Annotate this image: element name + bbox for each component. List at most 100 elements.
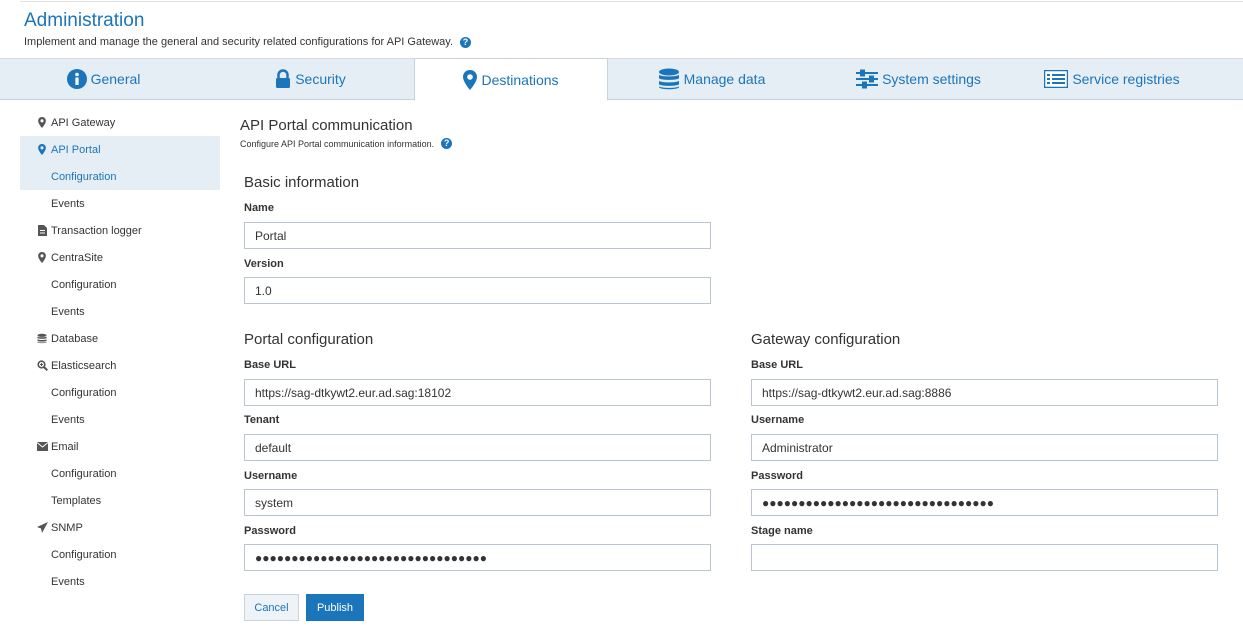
sidebar-item-elasticsearch-events[interactable]: Events [20,406,220,433]
gateway-password-field[interactable]: ●●●●●●●●●●●●●●●●●●●●●●●●●●●●●●●● [751,489,1218,516]
sidebar-item-api-gateway[interactable]: API Gateway [20,109,220,136]
tab-system-settings[interactable]: System settings [815,58,1022,100]
name-field[interactable]: Portal [244,222,711,249]
tenant-field[interactable]: default [244,434,711,461]
tab-service-registries-label: Service registries [1072,71,1180,87]
gateway-username-label: Username [751,414,805,426]
tab-bar: General Security Destinations Manage dat… [0,58,1243,101]
sidebar-item-label: CentraSite [51,251,103,264]
sidebar-item-label: Templates [51,494,102,507]
tab-destinations[interactable]: Destinations [414,58,608,101]
stage-name-field[interactable] [751,544,1218,571]
tab-security[interactable]: Security [207,58,414,100]
tab-manage-data-label: Manage data [683,71,766,87]
tab-service-registries[interactable]: Service registries [1022,58,1202,100]
sidebar-item-email-templates[interactable]: Templates [20,487,220,514]
tab-general-label: General [90,71,141,87]
sidebar-item-label: Database [51,332,99,345]
sidebar-item-label: Transaction logger [51,224,142,237]
name-label: Name [244,202,274,214]
info-icon [66,69,87,89]
version-label: Version [244,258,284,270]
publish-button[interactable]: Publish [306,594,364,621]
portal-username-field[interactable]: system [244,489,711,516]
list-icon [1044,70,1069,88]
sidebar-item-api-portal[interactable]: API Portal [20,136,220,163]
tenant-label: Tenant [244,414,280,426]
sidebar-item-label: Configuration [51,548,117,561]
sidebar-item-api-portal-events[interactable]: Events [20,190,220,217]
sidebar-item-email-configuration[interactable]: Configuration [20,460,220,487]
map-marker-icon [34,144,50,155]
map-marker-icon [34,252,50,263]
portal-password-field[interactable]: ●●●●●●●●●●●●●●●●●●●●●●●●●●●●●●●● [244,544,711,571]
gateway-base-url-field[interactable]: https://sag-dtkywt2.eur.ad.sag:8886 [751,379,1218,406]
tab-general[interactable]: General [0,58,207,100]
portal-username-label: Username [244,470,298,482]
portal-base-url-label: Base URL [244,359,296,371]
map-marker-icon [34,117,50,128]
sidebar-item-centrasite-events[interactable]: Events [20,298,220,325]
sidebar-item-transaction-logger[interactable]: Transaction logger [20,217,220,244]
sidebar-item-label: Elasticsearch [51,359,117,372]
sidebar-item-label: Configuration [51,278,117,291]
stage-name-label: Stage name [751,525,813,537]
search-icon [34,360,50,371]
sidebar-item-elasticsearch-configuration[interactable]: Configuration [20,379,220,406]
sidebar-item-database[interactable]: Database [20,325,220,352]
sidebar-item-label: Configuration [51,386,117,399]
gateway-config-title: Gateway configuration [751,331,901,348]
sidebar-item-label: Email [51,440,79,453]
gateway-username-field[interactable]: Administrator [751,434,1218,461]
tab-destinations-label: Destinations [481,71,559,88]
version-field[interactable]: 1.0 [244,277,711,304]
help-icon[interactable]: ? [441,138,453,149]
gateway-base-url-label: Base URL [751,359,803,371]
sidebar-item-label: Configuration [51,467,117,480]
sidebar-item-snmp[interactable]: SNMP [20,514,220,541]
portal-config-title: Portal configuration [244,331,374,348]
sidebar-item-label: Configuration [51,170,117,183]
cancel-button[interactable]: Cancel [244,594,299,621]
sidebar-item-centrasite[interactable]: CentraSite [20,244,220,271]
section-description: Configure API Portal communication infor… [240,138,453,149]
sidebar-item-label: Events [51,305,85,318]
sidebar-item-label: Events [51,575,85,588]
page-subtitle-text: Implement and manage the general and sec… [24,36,454,48]
sidebar: API Gateway API Portal Configuration Eve… [20,109,220,595]
basic-info-title: Basic information [244,174,360,191]
sidebar-item-label: SNMP [51,521,83,534]
sidebar-item-email[interactable]: Email [20,433,220,460]
gateway-password-label: Password [751,470,803,482]
sidebar-item-label: Events [51,413,85,426]
page-subtitle: Implement and manage the general and sec… [24,36,472,48]
top-divider [20,1,1243,2]
section-heading: API Portal communication [240,117,413,134]
sidebar-item-label: API Gateway [51,116,116,129]
help-icon[interactable]: ? [460,36,472,48]
sidebar-item-api-portal-configuration[interactable]: Configuration [20,163,220,190]
sidebar-item-snmp-events[interactable]: Events [20,568,220,595]
tab-manage-data[interactable]: Manage data [608,58,815,100]
lock-icon [275,69,291,89]
document-icon [34,225,50,236]
tab-security-label: Security [295,71,346,87]
sliders-icon [856,69,879,89]
sidebar-item-label: API Portal [51,143,101,156]
portal-base-url-field[interactable]: https://sag-dtkywt2.eur.ad.sag:18102 [244,379,711,406]
sidebar-item-elasticsearch[interactable]: Elasticsearch [20,352,220,379]
page-header: Administration Implement and manage the … [24,9,472,48]
map-marker-icon [463,69,478,90]
page-title: Administration [24,10,145,31]
database-icon [34,333,50,344]
tab-system-settings-label: System settings [882,71,981,87]
main-header: API Portal communication Configure API P… [240,117,453,149]
sidebar-item-snmp-configuration[interactable]: Configuration [20,541,220,568]
sidebar-item-label: Events [51,197,85,210]
envelope-icon [34,442,50,451]
database-icon [658,68,680,90]
paper-plane-icon [34,522,50,533]
sidebar-item-centrasite-configuration[interactable]: Configuration [20,271,220,298]
section-description-text: Configure API Portal communication infor… [240,138,435,149]
portal-password-label: Password [244,525,296,537]
